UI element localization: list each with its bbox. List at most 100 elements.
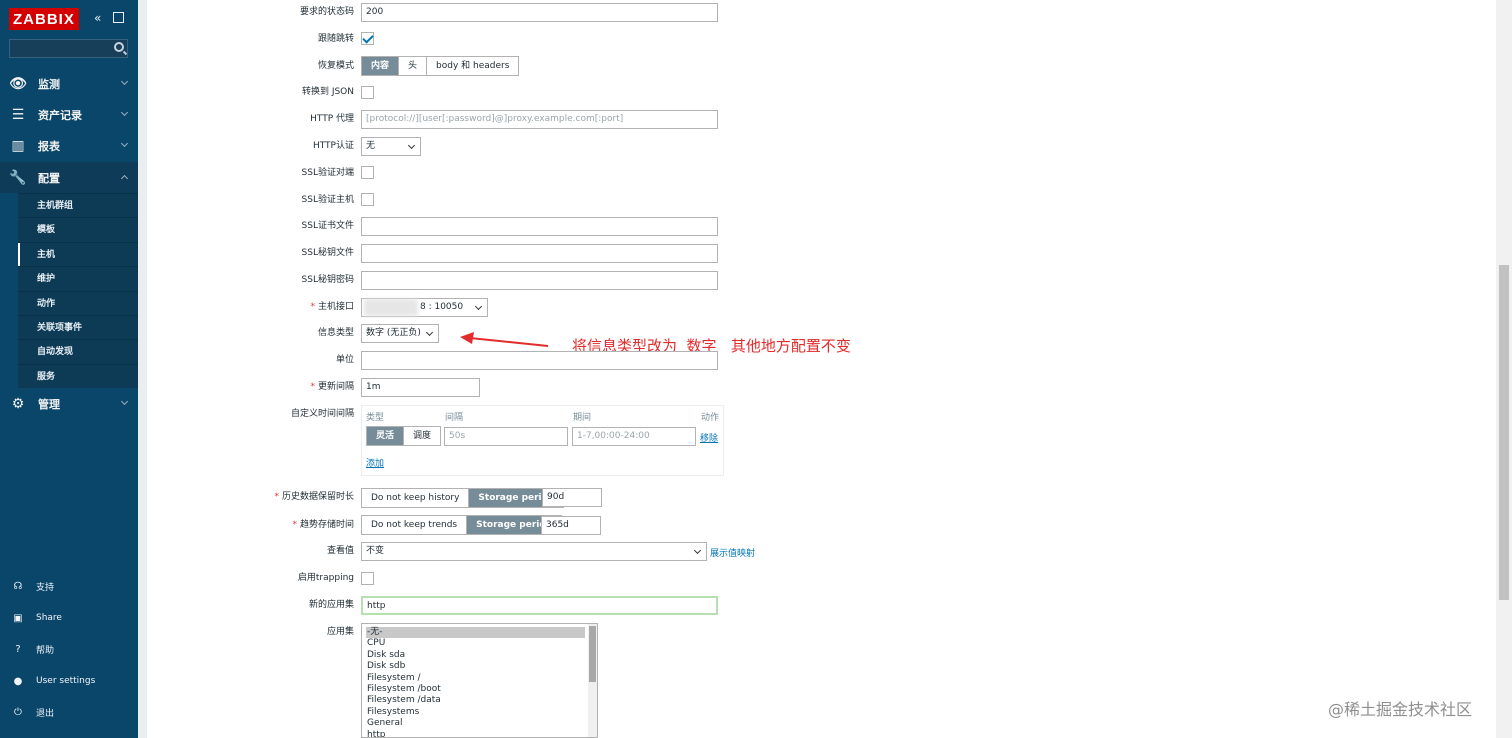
page-scrollbar[interactable] [1496, 0, 1512, 738]
list-item[interactable]: Filesystems [362, 707, 597, 718]
applications-listbox[interactable]: -无- CPU Disk sda Disk sdb Filesystem / F… [361, 623, 598, 738]
period-input[interactable]: 1-7,00:00-24:00 [572, 427, 696, 446]
trends-period-input[interactable]: 365d [541, 516, 601, 535]
list-item[interactable]: Filesystem / [362, 673, 597, 684]
http-auth-select[interactable]: 无 [361, 137, 421, 156]
info-type-value: 数字 (无正负) [366, 328, 421, 338]
follow-redirects-checkbox[interactable] [361, 32, 374, 45]
footer-sign-out[interactable]: ⏻ 退出 [0, 697, 138, 727]
col-period: 期间 [573, 413, 592, 423]
footer-support[interactable]: ☊ 支持 [0, 571, 138, 601]
interval-type-flexible[interactable]: 灵活 [367, 427, 405, 445]
menu-administration[interactable]: ⚙ 管理 [0, 388, 138, 419]
list-item[interactable]: General [362, 718, 597, 729]
submenu-discovery[interactable]: 自动发现 [18, 339, 138, 363]
list-icon: ☰ [11, 106, 25, 123]
footer-help[interactable]: ? 帮助 [0, 634, 138, 664]
submenu-event-correlation[interactable]: 关联项事件 [18, 314, 138, 339]
retrieve-mode-segment: 内容 头 body 和 headers [361, 56, 520, 76]
chevron-up-icon [120, 174, 129, 183]
interval-type-scheduling[interactable]: 调度 [404, 427, 440, 445]
footer-share[interactable]: ▣ Share [0, 603, 138, 633]
list-item[interactable]: Disk sda [362, 650, 597, 661]
show-value-mappings-link[interactable]: 展示值映射 [710, 546, 755, 559]
update-interval-input[interactable]: 1m [361, 378, 480, 397]
list-item[interactable]: Disk sdb [362, 661, 597, 672]
chevron-down-icon [407, 141, 416, 150]
http-auth-label: HTTP认证 [312, 141, 354, 151]
chevron-down-icon [120, 397, 129, 406]
convert-json-checkbox[interactable] [361, 86, 374, 99]
history-period-input[interactable]: 90d [542, 488, 602, 507]
menu-configuration[interactable]: 🔧 配置 [0, 162, 138, 193]
http-auth-value: 无 [366, 141, 376, 151]
info-type-select[interactable]: 数字 (无正负) [361, 324, 439, 343]
submenu-services[interactable]: 服务 [18, 363, 138, 388]
footer-label: Share [36, 613, 62, 623]
submenu-maintenance[interactable]: 维护 [18, 266, 138, 290]
footer-label: 帮助 [36, 645, 55, 656]
custom-intervals-label: 自定义时间间隔 [290, 409, 354, 419]
menu-label: 配置 [38, 171, 60, 185]
http-proxy-input[interactable]: [protocol://][user[:password]@]proxy.exa… [361, 110, 718, 129]
list-item[interactable]: -无- [366, 627, 585, 639]
zabbix-logo[interactable]: ZABBIX [9, 8, 79, 30]
trends-do-not-keep[interactable]: Do not keep trends [362, 516, 468, 534]
new-application-input[interactable]: http [361, 596, 718, 615]
ssl-verify-peer-checkbox[interactable] [361, 166, 374, 179]
chevron-down-icon [425, 328, 434, 337]
ssl-cert-input[interactable] [361, 217, 718, 236]
ssl-key-input[interactable] [361, 244, 718, 263]
bar-chart-icon: ▥ [11, 137, 25, 154]
history-do-not-keep[interactable]: Do not keep history [362, 489, 470, 507]
ssl-pass-input[interactable] [361, 271, 718, 290]
listbox-scroll-thumb[interactable] [589, 626, 596, 682]
menu-monitoring[interactable]: 👁 监测 [0, 68, 138, 99]
list-item[interactable]: Filesystem /data [362, 695, 597, 706]
host-interface-label-text: 主机接口 [317, 302, 354, 312]
add-interval-link[interactable]: 添加 [366, 456, 384, 469]
trends-segment: Do not keep trends Storage period [361, 515, 562, 535]
col-interval: 间隔 [445, 413, 464, 423]
submenu-actions[interactable]: 动作 [18, 290, 138, 315]
double-chevron-left-icon[interactable]: « [94, 11, 101, 25]
submenu-host-groups[interactable]: 主机群组 [18, 193, 138, 217]
trapping-label: 启用trapping [297, 573, 354, 583]
interval-input[interactable]: 50s [444, 427, 568, 446]
show-value-value: 不变 [366, 546, 385, 556]
eye-icon: 👁 [9, 75, 27, 92]
status-codes-input[interactable]: 200 [361, 3, 718, 22]
convert-json-label: 转换到 JSON [301, 87, 354, 97]
http-proxy-label: HTTP 代理 [310, 114, 354, 124]
search-input[interactable] [9, 39, 128, 58]
menu-label: 监测 [38, 77, 60, 91]
fullscreen-icon[interactable] [113, 12, 124, 23]
show-value-select[interactable]: 不变 [361, 542, 707, 561]
ssl-pass-label: SSL秘钥密码 [301, 275, 354, 285]
ssl-key-label: SSL秘钥文件 [301, 248, 354, 258]
remove-interval-link[interactable]: 移除 [700, 431, 718, 444]
menu-reports[interactable]: ▥ 报表 [0, 130, 138, 161]
menu-inventory[interactable]: ☰ 资产记录 [0, 99, 138, 130]
retrieve-mode-both[interactable]: body 和 headers [427, 57, 518, 75]
trends-label-text: 趋势存储时间 [299, 520, 354, 530]
submenu-templates[interactable]: 模板 [18, 217, 138, 241]
trapping-checkbox[interactable] [361, 572, 374, 585]
units-input[interactable] [361, 351, 718, 370]
listbox-scrollbar[interactable] [588, 624, 597, 737]
logo-area: ZABBIX [9, 8, 79, 30]
update-interval-label-text: 更新间隔 [317, 382, 354, 392]
retrieve-mode-content[interactable]: 内容 [362, 57, 400, 75]
ssl-verify-host-checkbox[interactable] [361, 193, 374, 206]
list-item[interactable]: Filesystem /boot [362, 684, 597, 695]
footer-user-settings[interactable]: ● User settings [0, 666, 138, 696]
configuration-submenu: 主机群组 模板 主机 维护 动作 关联项事件 自动发现 服务 [18, 193, 138, 389]
help-icon: ? [15, 643, 21, 655]
history-label: * 历史数据保留时长 [234, 487, 354, 507]
list-item[interactable]: http [362, 730, 597, 737]
submenu-hosts[interactable]: 主机 [18, 241, 138, 268]
list-item[interactable]: CPU [362, 638, 597, 649]
retrieve-mode-headers[interactable]: 头 [399, 57, 428, 75]
page-scroll-thumb[interactable] [1499, 265, 1509, 600]
search-icon[interactable] [114, 42, 124, 52]
